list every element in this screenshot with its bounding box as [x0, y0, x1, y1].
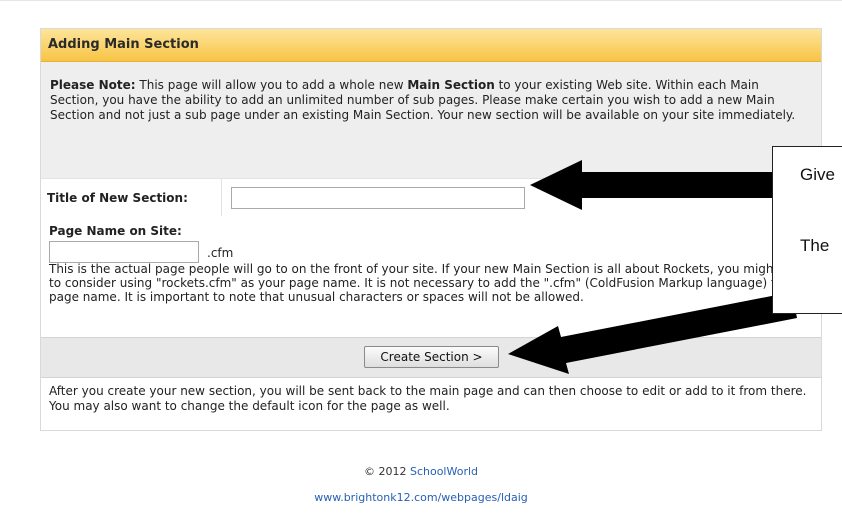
footer-url-link[interactable]: www.brightonk12.com/webpages/ldaig — [0, 491, 842, 504]
panel-header: Adding Main Section — [41, 29, 821, 62]
callout-line-1: Give — [800, 165, 835, 184]
after-create-text: After you create your new section, you w… — [49, 384, 807, 413]
note-lead: Please Note: — [50, 78, 136, 92]
title-input[interactable] — [231, 187, 525, 209]
note-emphasis: Main Section — [407, 78, 495, 92]
page-name-input[interactable] — [49, 241, 199, 263]
title-row-divider — [221, 179, 222, 216]
title-row: Title of New Section: — [41, 178, 821, 217]
page-name-label: Page Name on Site: — [49, 224, 182, 238]
footer-copyright: © 2012 SchoolWorld — [0, 465, 842, 478]
annotation-callout: Give The — [772, 146, 842, 314]
top-divider — [0, 0, 842, 1]
button-row: Create Section > — [41, 337, 821, 378]
create-section-button[interactable]: Create Section > — [364, 346, 499, 368]
title-label: Title of New Section: — [47, 191, 188, 205]
add-section-panel: Adding Main Section Please Note: This pa… — [40, 28, 822, 431]
page-name-block: Page Name on Site: .cfm This is the actu… — [41, 216, 821, 337]
note-text-part1: This page will allow you to add a whole … — [135, 78, 408, 92]
callout-line-2: The — [800, 236, 830, 255]
company-link[interactable]: SchoolWorld — [410, 465, 478, 478]
panel-title: Adding Main Section — [48, 37, 199, 52]
copyright-text: © 2012 — [363, 465, 407, 478]
page-name-description: This is the actual page people will go t… — [49, 262, 812, 304]
note-box: Please Note: This page will allow you to… — [41, 62, 821, 178]
page-name-suffix: .cfm — [207, 246, 234, 260]
note-text: Please Note: This page will allow you to… — [50, 78, 810, 123]
